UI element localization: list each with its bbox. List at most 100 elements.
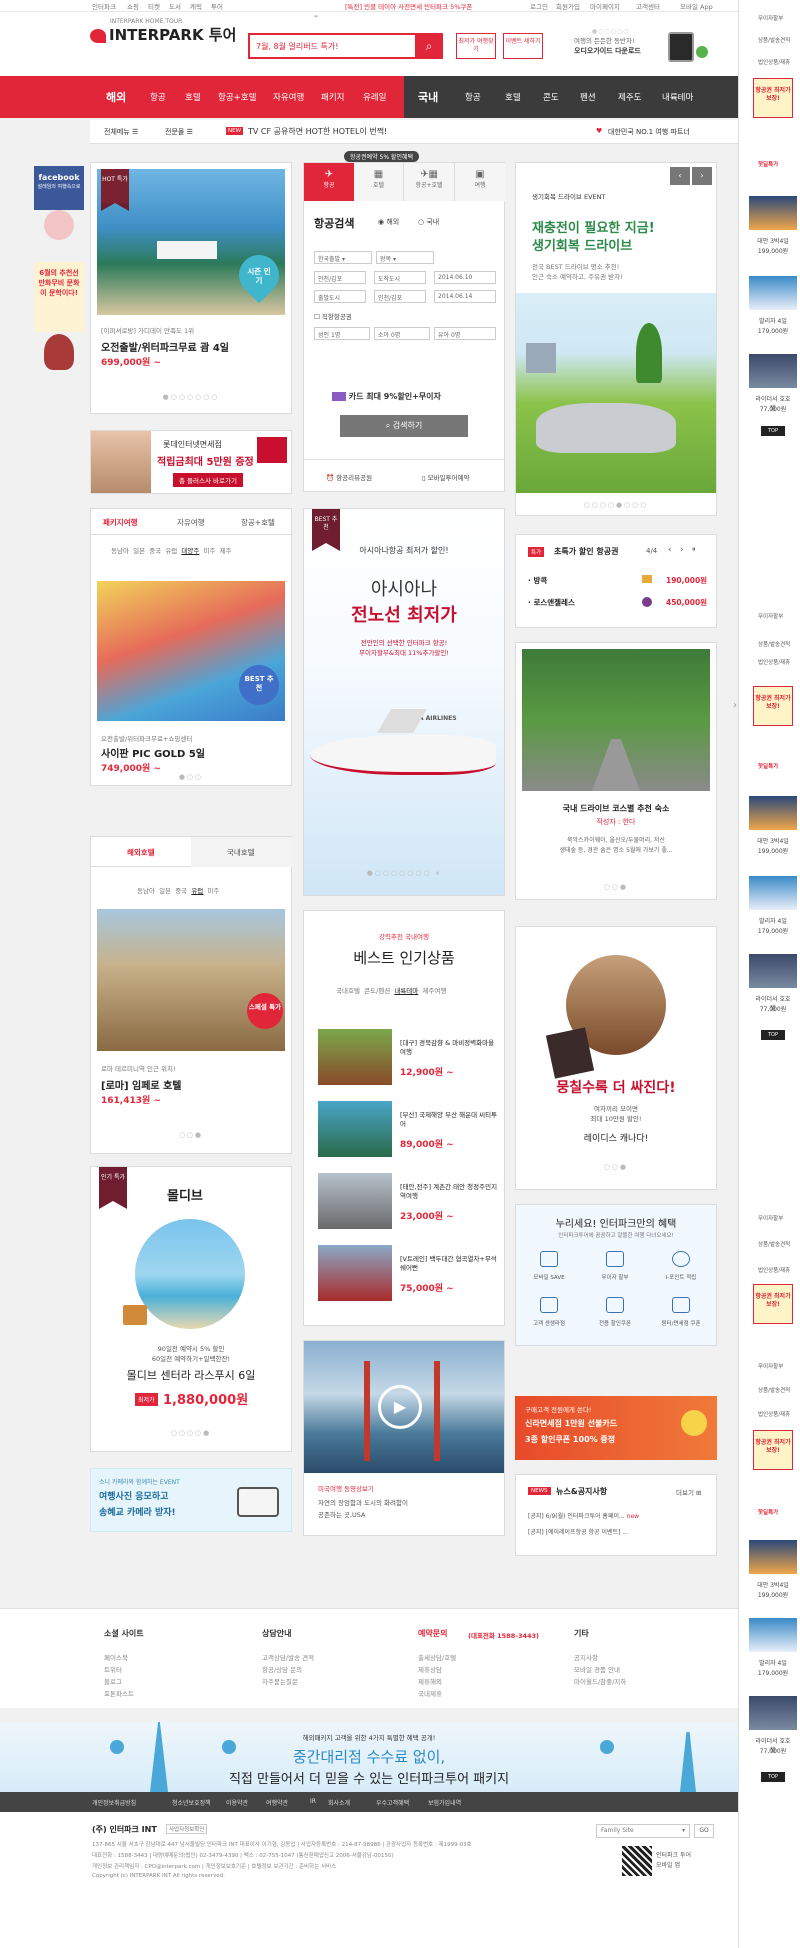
prev-arrow-icon[interactable]: ‹	[670, 167, 690, 185]
hero-card[interactable]: 시즌 인기 HOT 특가 [이피셔로방] 가디데이 만족도 1위 오전출발/위터…	[90, 162, 292, 414]
rs-link[interactable]: 법인상품/제휴	[758, 58, 790, 66]
all-menu-button[interactable]: 전체메뉴 ☰	[104, 127, 138, 137]
drive-course-card[interactable]: 국내 드라이브 코스별 추천 숙소 작성자 : 한다 북악스카이웨이, 울산오/…	[515, 642, 717, 900]
region-sea[interactable]: 동남아	[111, 547, 129, 555]
region-jeju[interactable]: 제주	[220, 547, 232, 555]
best-item-title[interactable]: [대구] 경북감향 & 마비정벽화마을 여행	[400, 1039, 500, 1057]
rs-link[interactable]: 상품/발송견적	[758, 1240, 790, 1248]
adult-select[interactable]: 성인 1명	[314, 327, 370, 340]
top-link-tour[interactable]: 투어	[211, 1, 223, 11]
region-china[interactable]: 중국	[149, 547, 161, 555]
tab-os-hotel[interactable]: 해외호텔	[127, 847, 155, 858]
search-input[interactable]	[250, 35, 410, 57]
nav-dm-hotel[interactable]: 호텔	[505, 91, 521, 103]
mypage-link[interactable]: 마이페이지	[590, 1, 620, 11]
tab-package[interactable]: 패키지여행	[103, 517, 138, 528]
tab-dm-hotel-label[interactable]: 국내호텔	[227, 847, 255, 858]
app-banner-text[interactable]: 여행의 든든한 동반자! 오디오가이드 다운로드	[574, 36, 641, 56]
benefit-item[interactable]: I-포인트 적립	[652, 1273, 710, 1281]
date1-input[interactable]: 2014.06.10	[434, 271, 496, 284]
footer-link[interactable]: 포톤파스트	[104, 1688, 134, 1698]
drive-pager[interactable]: ○○○○●○○○	[516, 501, 716, 509]
nav-os-flight[interactable]: 항공	[150, 91, 166, 103]
specialist-button[interactable]: 전문몰 ☰	[165, 127, 193, 137]
nav-os-hotel[interactable]: 호텔	[185, 91, 201, 103]
policy-link[interactable]: 청소년보호정책	[172, 1798, 211, 1807]
tab-flight[interactable]: ✈ 항공	[304, 163, 354, 201]
policy-link[interactable]: 여행약관	[266, 1798, 288, 1807]
asiana-pager[interactable]: ●○○○○○○○ ⏸	[304, 869, 504, 878]
rs-top-button[interactable]: TOP	[761, 426, 785, 436]
footer-link[interactable]: 제휴해외	[418, 1676, 442, 1686]
rs-link[interactable]: 법인상품/제휴	[758, 1266, 790, 1274]
footer-link[interactable]: 블로그	[104, 1676, 122, 1686]
tab-free[interactable]: 자유여행	[177, 517, 205, 528]
webtoon-banner[interactable]: 6월의 추천선 만화무비 문화이 문학이다!	[34, 262, 84, 332]
footer-link[interactable]: 항공/상담 문의	[262, 1664, 302, 1674]
rs-top-button[interactable]: TOP	[761, 1030, 785, 1040]
hotel-pager[interactable]: ○○●	[91, 1131, 291, 1139]
rs-deal-image[interactable]	[749, 954, 797, 988]
best-item-image[interactable]	[318, 1101, 392, 1157]
footer-link[interactable]: 국내제휴	[418, 1688, 442, 1698]
rs-promo[interactable]: 항공권 최저가 보장!	[753, 78, 793, 118]
mobile-booking-link[interactable]: ▯ 모바일투어예약	[422, 472, 470, 482]
top-link-interpark[interactable]: 인터파크	[92, 1, 116, 11]
tab-air-hotel[interactable]: ✈▦ 항공+호텔	[404, 163, 455, 201]
best-item-image[interactable]	[318, 1245, 392, 1301]
top-link-book[interactable]: 도서	[169, 1, 181, 11]
region-oceania[interactable]: 대양주	[181, 547, 199, 555]
rs-deal-image[interactable]	[749, 1696, 797, 1730]
lowfare-next-icon[interactable]: ›	[680, 545, 684, 555]
trip-type-select[interactable]: 왕복 ▾	[376, 251, 434, 264]
rs-link[interactable]: 무이자할부	[758, 14, 783, 22]
search-button[interactable]: ⌕	[415, 33, 443, 59]
top-link-char[interactable]: 캐릭	[190, 1, 202, 11]
lowfare-prev-icon[interactable]: ‹	[668, 545, 672, 555]
benefit-item[interactable]: 원터/면세점 쿠폰	[652, 1319, 710, 1327]
customer-center-link[interactable]: 고객센터	[636, 1, 660, 11]
rs-link[interactable]: 법인상품/제휴	[758, 1410, 790, 1418]
nav-dm-pension[interactable]: 펜션	[580, 91, 596, 103]
footer-link[interactable]: 제휴상담	[418, 1664, 442, 1674]
notice-item[interactable]: [공지] 6/9(월) 인터파크투어 홈페이... new	[528, 1511, 639, 1520]
notice-item[interactable]: [공지] [에이레이프항공 항공 이벤트] ...	[528, 1527, 628, 1536]
rs-deal-image[interactable]	[749, 354, 797, 388]
from1-select[interactable]: 인천/김포	[314, 271, 366, 284]
rs-deal-image[interactable]	[749, 196, 797, 230]
camera-banner[interactable]: 소니 카메라와 함께하는 EVENT 여행사진 응모하고 송혜교 카메라 받자!	[90, 1468, 292, 1532]
rs-promo[interactable]: 항공권 최저가 보장!	[753, 1284, 793, 1324]
policy-link[interactable]: 회사소개	[328, 1798, 350, 1807]
login-link[interactable]: 로그인	[530, 1, 548, 11]
rs-link[interactable]: 상품/발송견적	[758, 640, 790, 648]
tab-travel[interactable]: ▣ 여행	[455, 163, 505, 201]
tab-airhotel[interactable]: 항공+호텔	[241, 517, 275, 528]
signup-link[interactable]: 회원가입	[556, 1, 580, 11]
from2-select[interactable]: 출발도시	[314, 290, 366, 303]
to2-select[interactable]: 인천/김포	[374, 290, 426, 303]
rs-promo[interactable]: 항공권 최저가 보장!	[753, 686, 793, 726]
nav-os-package[interactable]: 패키지	[321, 91, 344, 103]
rs-link[interactable]: 무이자할부	[758, 1214, 783, 1222]
nav-dm-condo[interactable]: 콘도	[543, 91, 559, 103]
family-site-select[interactable]: Family Site ▾	[596, 1824, 690, 1838]
next-arrow-icon[interactable]: ›	[692, 167, 712, 185]
lowfare-row-city[interactable]: · 로스앤젤레스	[528, 597, 575, 608]
footer-link[interactable]: 출세상담/호텔	[418, 1652, 456, 1662]
drive-banner-card[interactable]: ‹ › 생기회복 드라이브 EVENT 재충전이 필요한 지금! 생기회복 드라…	[515, 162, 717, 516]
logo[interactable]: INTERPARK HOME.TOUR INTERPARK 투어	[90, 18, 236, 45]
nav-dm-theme[interactable]: 내륙테마	[662, 91, 693, 103]
best-item-image[interactable]	[318, 1029, 392, 1085]
rs-link[interactable]: 상품/발송견적	[758, 1386, 790, 1394]
best-tab-jeju[interactable]: 제주여행	[422, 987, 446, 995]
best-item-title[interactable]: [V트레인] 백두대간 협곡열차+무석쉐어뻔	[400, 1255, 500, 1273]
tab-hotel[interactable]: ▦ 호텔	[354, 163, 404, 201]
radio-overseas[interactable]: ◉ 해외	[378, 217, 399, 227]
lowfare-pause-icon[interactable]: ⏸	[692, 545, 696, 554]
nav-os-eurail[interactable]: 유레일	[363, 91, 386, 103]
benefit-item[interactable]: 전용 할인쿠폰	[586, 1319, 644, 1327]
benefit-item[interactable]: 고객 센생라점	[520, 1319, 578, 1327]
date2-input[interactable]: 2014.06.14	[434, 290, 496, 303]
package-banner[interactable]: 해외패키지 고객을 위한 4가지 특별한 혜택 공개! 중간대리점 수수료 없이…	[0, 1722, 738, 1792]
region-america[interactable]: 미주	[204, 547, 216, 555]
